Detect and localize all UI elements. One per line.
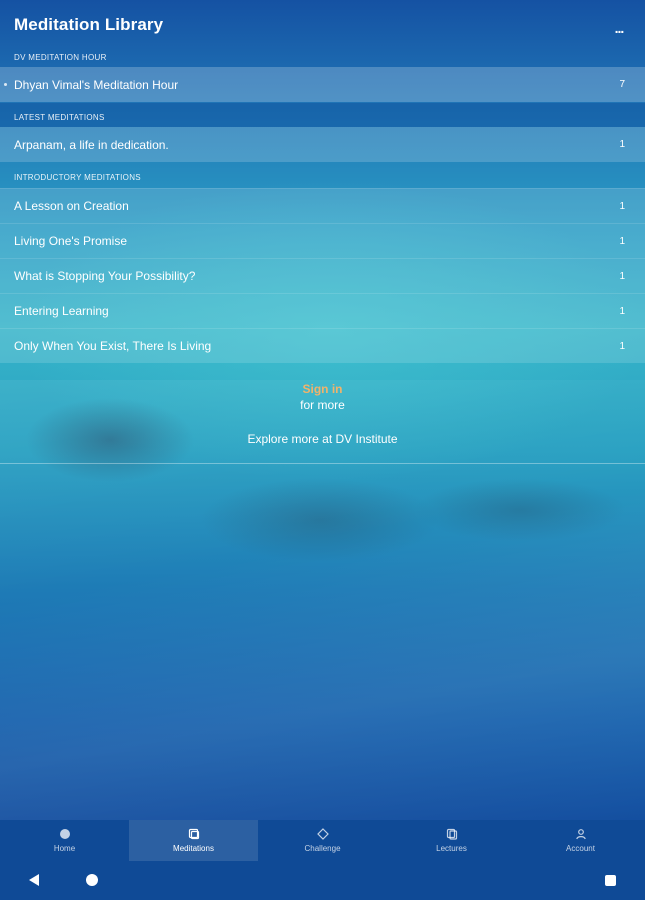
list-item-entering-learning[interactable]: Entering Learning 1	[0, 293, 645, 328]
meditations-icon	[188, 828, 199, 840]
more-options-button[interactable]: ...	[607, 16, 631, 40]
list-item-lesson-on-creation[interactable]: A Lesson on Creation 1	[0, 188, 645, 223]
list-item-arpanam[interactable]: Arpanam, a life in dedication. 1	[0, 127, 645, 162]
list-item-count: 1	[619, 200, 625, 212]
challenge-icon	[316, 828, 329, 840]
tab-label: Home	[53, 844, 76, 853]
list-item-title: Living One's Promise	[14, 234, 128, 248]
home-icon	[59, 829, 70, 839]
sign-in-subtext: for more	[300, 398, 345, 412]
account-icon	[575, 829, 586, 840]
list-item-title: Only When You Exist, There Is Living	[14, 339, 212, 353]
home-circle-icon[interactable]	[86, 874, 98, 886]
list-item-only-when-you-exist[interactable]: Only When You Exist, There Is Living 1	[0, 328, 645, 363]
tab-challenge[interactable]: Challenge	[258, 820, 387, 861]
app-header: Meditation Library ...	[0, 0, 645, 50]
background-haze	[0, 380, 645, 820]
list-item-count: 1	[619, 139, 625, 150]
list-item-title: Entering Learning	[14, 304, 109, 318]
back-icon[interactable]	[28, 874, 40, 886]
tab-label: Account	[566, 844, 595, 853]
tab-meditations[interactable]: Meditations	[129, 820, 258, 861]
section-label-latest-meditations: LATEST MEDITATIONS	[14, 112, 105, 122]
tab-label: Challenge	[304, 844, 341, 853]
section-label-dv-meditation-hour: DV MEDITATION HOUR	[14, 52, 107, 62]
list-item-count: 7	[619, 79, 625, 90]
list-item-count: 1	[619, 340, 625, 352]
list-item-title: What is Stopping Your Possibility?	[14, 269, 196, 283]
sign-in-link[interactable]: Sign in	[0, 382, 645, 398]
lectures-icon	[446, 828, 457, 840]
sign-in-block: Sign in for more Explore more at DV Inst…	[0, 382, 645, 446]
row-marker-icon	[4, 83, 7, 86]
list-item-title: A Lesson on Creation	[14, 199, 129, 213]
list-item-stopping-your-possibility[interactable]: What is Stopping Your Possibility? 1	[0, 258, 645, 293]
list-item-living-ones-promise[interactable]: Living One's Promise 1	[0, 223, 645, 258]
list-item-count: 1	[619, 305, 625, 317]
tab-lectures[interactable]: Lectures	[387, 820, 516, 861]
tab-home[interactable]: Home	[0, 820, 129, 861]
list-item-title: Dhyan Vimal's Meditation Hour	[14, 77, 179, 92]
tab-label: Meditations	[173, 844, 214, 853]
explore-dv-institute-link[interactable]: Explore more at DV Institute	[0, 432, 645, 446]
tab-account[interactable]: Account	[516, 820, 645, 861]
list-item-count: 1	[619, 270, 625, 282]
list-item-dhyan-vimal-meditation-hour[interactable]: Dhyan Vimal's Meditation Hour 7	[0, 67, 645, 102]
horizon-line	[0, 463, 645, 464]
recent-apps-icon[interactable]	[605, 875, 616, 886]
list-item-count: 1	[619, 235, 625, 247]
list-item-title: Arpanam, a life in dedication.	[14, 137, 169, 152]
tab-label: Lectures	[436, 844, 467, 853]
section-label-introductory-meditations: INTRODUCTORY MEDITATIONS	[14, 172, 141, 182]
system-navigation-bar	[0, 861, 645, 900]
page-title: Meditation Library	[14, 15, 164, 34]
bottom-tab-bar: Home Meditations Challenge Lectures Acco…	[0, 820, 645, 861]
